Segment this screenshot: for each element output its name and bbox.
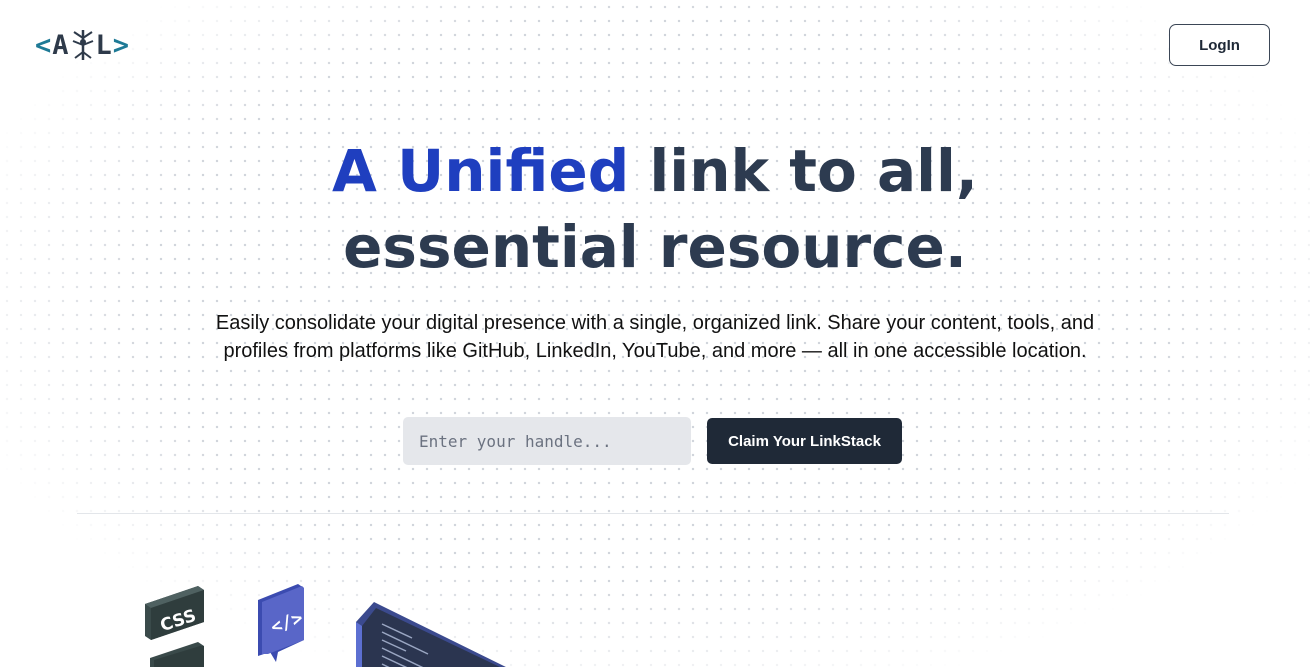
headline-accent: A Unified bbox=[332, 137, 630, 205]
code-bubble-icon: </> bbox=[258, 584, 306, 662]
claim-linkstack-button[interactable]: Claim Your LinkStack bbox=[707, 418, 902, 464]
logo-close-bracket: > bbox=[112, 29, 131, 61]
logo-open-bracket: < bbox=[35, 29, 53, 61]
logo-letter-a: A bbox=[52, 29, 70, 61]
section-divider bbox=[77, 513, 1229, 514]
hero-headline: A Unified link to all, essential resourc… bbox=[0, 133, 1310, 285]
landing-page: < A L > LogIn A Unified link to all, ess… bbox=[0, 0, 1310, 667]
css-block-icon: CSS bbox=[145, 586, 204, 667]
code-editor-window-icon bbox=[356, 602, 506, 667]
antenna-emblem-icon bbox=[70, 28, 96, 62]
headline-line-2: essential resource. bbox=[343, 213, 967, 281]
illustration-strip: CSS </> bbox=[140, 580, 510, 667]
handle-input[interactable] bbox=[403, 417, 691, 465]
logo-letter-l: L bbox=[95, 29, 113, 61]
site-logo[interactable]: < A L > bbox=[35, 28, 130, 62]
hero-description: Easily consolidate your digital presence… bbox=[215, 312, 1095, 362]
headline-rest: link to all, bbox=[629, 137, 978, 205]
login-button[interactable]: LogIn bbox=[1169, 24, 1270, 66]
